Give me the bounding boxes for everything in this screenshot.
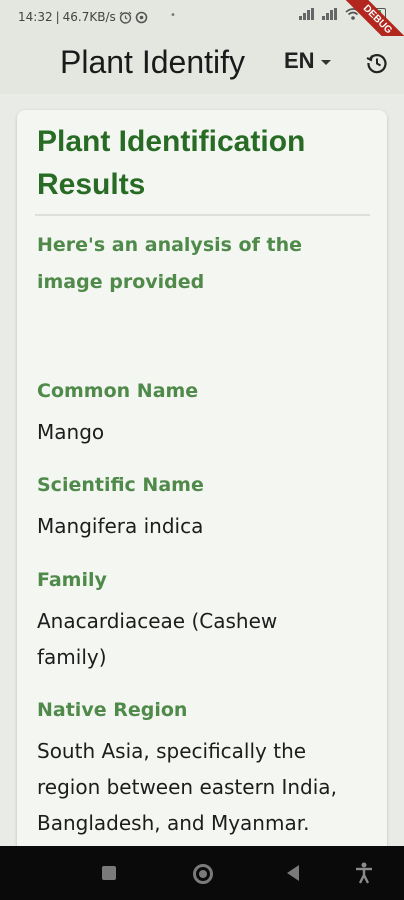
system-nav-bar xyxy=(0,846,404,900)
network-speed: 46.7KB/s xyxy=(62,10,116,24)
signal-icon-2 xyxy=(322,8,340,20)
family-label: Family xyxy=(37,569,107,591)
history-button[interactable] xyxy=(364,50,390,76)
status-time: 14:32 xyxy=(18,10,53,24)
common-name-value: Mango xyxy=(37,420,105,444)
scientific-name-label: Scientific Name xyxy=(37,474,204,496)
divider xyxy=(35,214,370,216)
status-left: 14:32 | 46.7KB/s xyxy=(18,10,148,24)
back-icon[interactable] xyxy=(287,865,299,881)
status-separator: | xyxy=(55,10,60,24)
recents-icon[interactable] xyxy=(102,866,116,880)
native-region-value: South Asia, specifically the region betw… xyxy=(37,739,337,835)
scientific-name-value: Mangifera indica xyxy=(37,514,204,538)
app-title: Plant Identify xyxy=(60,44,245,80)
status-bar: 14:32 | 46.7KB/s • DEBUG xyxy=(0,0,404,65)
family-value: Anacardiaceae (Cashew family) xyxy=(37,609,278,669)
results-title: Plant Identification Results xyxy=(37,125,306,201)
accessibility-icon[interactable] xyxy=(354,862,374,884)
language-value: EN xyxy=(284,48,315,73)
history-icon xyxy=(366,54,387,74)
home-icon[interactable] xyxy=(193,864,213,884)
signal-icon xyxy=(299,8,317,20)
common-name-label: Common Name xyxy=(37,380,199,402)
results-card: Plant Identification Results Here's an a… xyxy=(17,110,387,846)
native-region-label: Native Region xyxy=(37,699,188,721)
analysis-intro: Here's an analysis of the image provided xyxy=(37,234,302,293)
app-bar: Plant Identify EN xyxy=(0,36,404,94)
sync-icon xyxy=(135,11,148,23)
scroll-content[interactable]: Plant Identification Results Here's an a… xyxy=(0,94,404,846)
language-dropdown[interactable]: EN xyxy=(284,48,331,74)
alarm-icon xyxy=(119,11,132,24)
dropdown-arrow-icon xyxy=(320,59,331,65)
status-dot: • xyxy=(170,10,176,21)
